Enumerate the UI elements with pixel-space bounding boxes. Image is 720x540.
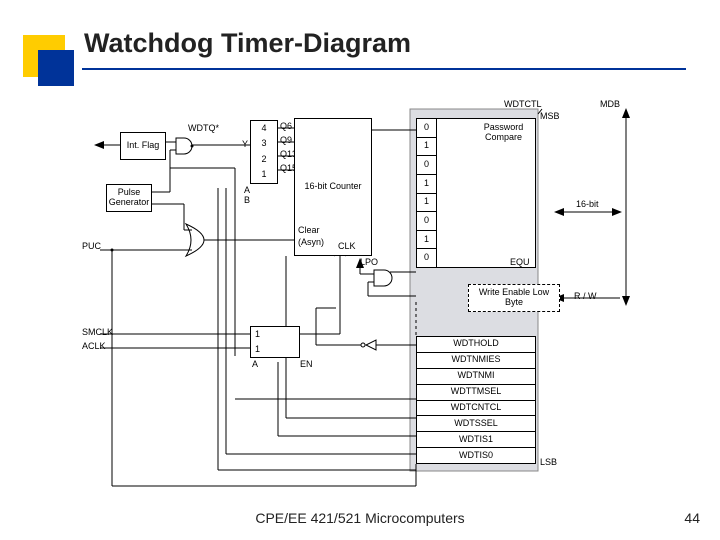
equ-label: EQU [510,258,530,267]
tap-mux-sel-1: 1 [261,170,266,180]
wdtctl-registers: WDTHOLD WDTNMIES WDTNMI WDTTMSEL WDTCNTC… [416,336,536,464]
pulse-generator-block: Pulse Generator [106,184,152,212]
int-flag-block: Int. Flag [120,132,166,160]
puc-label: PUC [82,242,101,251]
msb-label: MSB [540,112,560,121]
mux-y-label: Y [242,140,248,149]
reg-wdtis0: WDTIS0 [416,448,536,464]
password-compare-label: Password Compare [476,123,531,143]
bus-width-label: 16-bit [576,200,599,209]
write-enable-block: Write Enable Low Byte [468,284,560,312]
tap-q9: Q9 [280,136,292,145]
reg-wdtcntcl: WDTCNTCL [416,401,536,417]
wdtq-label: WDTQ* [188,124,219,133]
tap-mux-sel-2: 2 [261,155,266,165]
mdb-label: MDB [600,100,620,109]
pwd-bit-0: 0 [416,249,436,268]
title-underline [82,68,686,70]
asyn-label: (Asyn) [298,238,324,247]
pwd-bit-7: 0 [416,118,436,138]
pulse-gen-label: Pulse Generator [107,188,151,208]
pwd-bit-4: 1 [416,175,436,194]
reg-wdtssel: WDTSSEL [416,416,536,432]
tap-mux-sel-3: 3 [261,139,266,149]
aclk-label: ACLK [82,342,106,351]
int-flag-label: Int. Flag [127,141,160,151]
mux-b-label: B [244,196,250,205]
wdtctl-label: WDTCTL [504,100,542,109]
tap-mux-sel-4: 4 [261,124,266,134]
pwd-bit-3: 1 [416,194,436,213]
rw-label: R / W [574,292,597,301]
write-enable-label: Write Enable Low Byte [469,288,559,308]
en-label: EN [300,360,313,369]
footer-center: CPE/EE 421/521 Microcomputers [0,510,720,526]
lpo-label: LPO [360,258,378,267]
reg-wdtnmi: WDTNMI [416,369,536,385]
clk-mux-a-label: A [252,360,258,369]
counter-block: 16-bit Counter [294,118,372,256]
slide-title: Watchdog Timer-Diagram [84,28,411,66]
clear-label: Clear [298,226,320,235]
clk-mux-sel-0: 1 [255,330,260,340]
pwd-bit-5: 0 [416,156,436,175]
title-bullet [38,50,74,86]
tap-q6: Q6 [280,122,292,131]
lsb-label: LSB [540,458,557,467]
password-bits: 0 1 0 1 1 0 1 0 [416,118,436,268]
smclk-label: SMCLK [82,328,113,337]
reg-wdtnmies: WDTNMIES [416,353,536,369]
page-number: 44 [684,510,700,526]
clk-mux: 1 1 [250,326,300,358]
pwd-bit-6: 1 [416,138,436,157]
pwd-bit-2: 0 [416,212,436,231]
watchdog-diagram: Int. Flag Pulse Generator WDTQ* PUC 4 3 … [80,100,640,490]
pwd-bit-1: 1 [416,231,436,250]
tap-mux: 4 3 2 1 [250,120,278,184]
reg-wdttmsel: WDTTMSEL [416,385,536,401]
reg-wdtis1: WDTIS1 [416,432,536,448]
clk-label: CLK [338,242,356,251]
counter-label: 16-bit Counter [304,182,361,192]
password-compare-block: Password Compare [436,118,536,268]
reg-wdthold: WDTHOLD [416,336,536,353]
clk-mux-sel-1: 1 [255,345,260,355]
mux-a-label: A [244,186,250,195]
